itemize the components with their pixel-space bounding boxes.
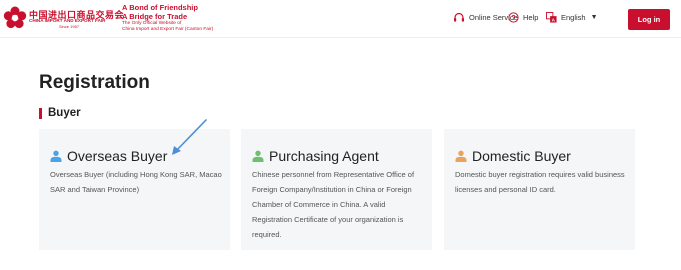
language-label: English [561, 13, 586, 22]
purchasing-agent-card[interactable]: Purchasing Agent Chinese personnel from … [241, 129, 432, 250]
language-selector[interactable]: A English ▼ [546, 12, 598, 23]
slogan-line-4: China Import and Export Fair (Canton Fai… [122, 27, 214, 32]
site-header: 中国进出口商品交易会 CHINA IMPORT AND EXPORT FAIR … [0, 0, 681, 38]
logo-since-text: Since 1957 [59, 24, 80, 29]
logo-english-text: CHINA IMPORT AND EXPORT FAIR [29, 18, 106, 23]
headset-icon [454, 12, 464, 22]
purchasing-agent-description: Chinese personnel from Representative Of… [252, 170, 415, 239]
chevron-down-icon: ▼ [590, 14, 598, 21]
person-icon [455, 150, 467, 162]
page-title: Registration [39, 72, 150, 93]
domestic-buyer-title[interactable]: Domestic Buyer [472, 148, 571, 164]
section-title: Buyer [48, 107, 81, 119]
language-icon: A [546, 12, 557, 23]
help-link[interactable]: ? Help [508, 12, 538, 23]
card-heading: Purchasing Agent [252, 148, 379, 164]
section-accent-bar [39, 108, 42, 119]
card-heading: Overseas Buyer [50, 148, 167, 164]
purchasing-agent-title[interactable]: Purchasing Agent [269, 148, 379, 164]
card-heading: Domestic Buyer [455, 148, 571, 164]
overseas-buyer-title[interactable]: Overseas Buyer [67, 148, 167, 164]
slogan: A Bond of Friendship A Bridge for Trade … [122, 3, 213, 33]
overseas-buyer-description: Overseas Buyer (including Hong Kong SAR,… [50, 170, 222, 194]
annotation-arrow-icon [172, 119, 207, 155]
flower-logo-icon [3, 6, 27, 29]
slogan-line-2: A Bridge for Trade [122, 12, 188, 21]
svg-text:?: ? [511, 15, 515, 22]
help-icon: ? [508, 12, 519, 23]
canton-fair-logo[interactable]: 中国进出口商品交易会 CHINA IMPORT AND EXPORT FAIR … [3, 5, 124, 33]
login-button[interactable]: Log in [628, 9, 670, 30]
slogan-line-1: A Bond of Friendship [122, 3, 198, 12]
domestic-buyer-card[interactable]: Domestic Buyer Domestic buyer registrati… [444, 129, 635, 250]
person-icon [50, 150, 62, 162]
person-icon [252, 150, 264, 162]
help-label: Help [523, 13, 539, 22]
domestic-buyer-description: Domestic buyer registration requires val… [455, 170, 625, 194]
